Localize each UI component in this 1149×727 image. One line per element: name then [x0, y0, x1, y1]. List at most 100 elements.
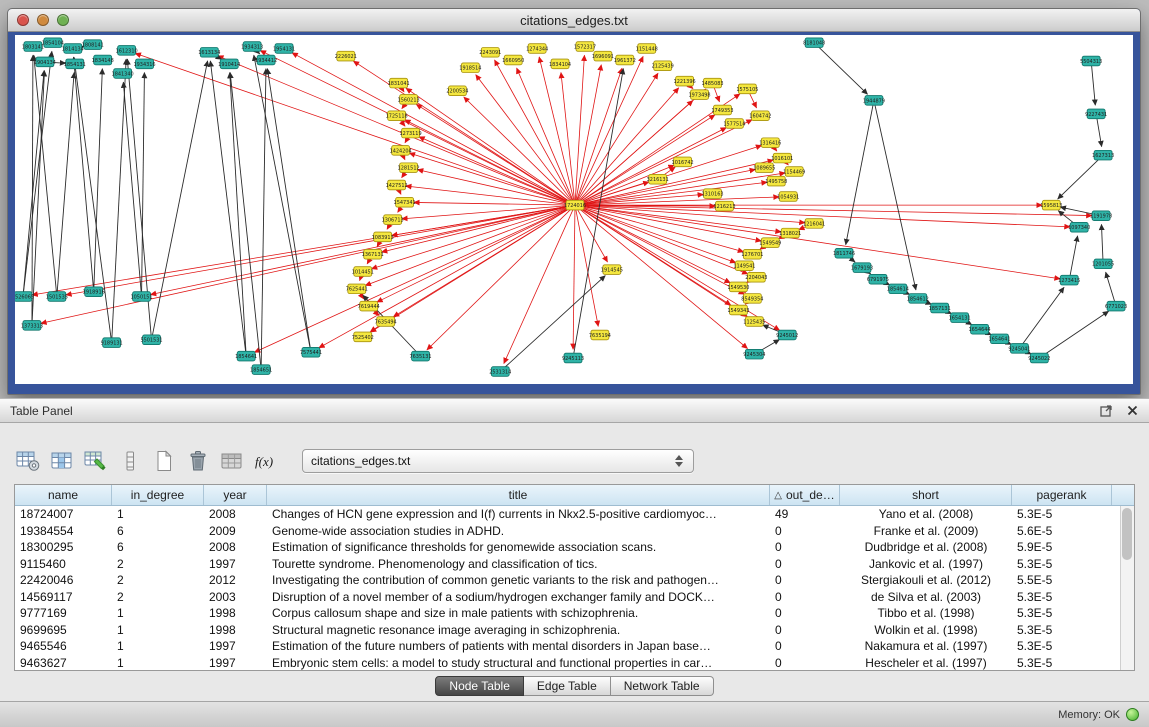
- citation-graph[interactable]: 1724016183104115602131725118127311914242…: [15, 35, 1133, 384]
- graph-node[interactable]: 1904134: [34, 57, 56, 67]
- graph-node[interactable]: 1310163: [701, 189, 723, 199]
- graph-edge[interactable]: [94, 69, 103, 292]
- graph-node[interactable]: 1854651: [250, 365, 272, 375]
- graph-node[interactable]: 1831041: [388, 78, 410, 88]
- graph-edge[interactable]: [23, 71, 44, 297]
- graph-edge[interactable]: [814, 43, 867, 95]
- cell-out_degree[interactable]: 0: [770, 656, 840, 670]
- graph-node[interactable]: 1910414: [218, 59, 240, 69]
- cell-year[interactable]: 2009: [204, 524, 267, 538]
- cell-in_degree[interactable]: 1: [112, 623, 204, 637]
- cell-pagerank[interactable]: 5.3E-5: [1012, 639, 1112, 653]
- cell-name[interactable]: 22420046: [15, 573, 112, 587]
- graph-node[interactable]: 2125439: [652, 61, 674, 71]
- table-settings-icon[interactable]: [14, 448, 42, 474]
- graph-edge[interactable]: [377, 205, 575, 302]
- cell-name[interactable]: 9115460: [15, 557, 112, 571]
- graph-node[interactable]: 1318021: [779, 228, 801, 238]
- cell-out_degree[interactable]: 0: [770, 557, 840, 571]
- graph-edge[interactable]: [57, 72, 74, 296]
- graph-node[interactable]: 1934313: [241, 42, 263, 52]
- edit-table-icon[interactable]: [82, 448, 110, 474]
- cell-name[interactable]: 9465546: [15, 639, 112, 653]
- cell-name[interactable]: 9463627: [15, 656, 112, 670]
- cell-year[interactable]: 2008: [204, 540, 267, 554]
- graph-node[interactable]: 9245022: [1028, 353, 1050, 363]
- graph-node[interactable]: 9245012: [776, 330, 798, 340]
- window-titlebar[interactable]: citations_edges.txt: [8, 9, 1140, 32]
- graph-edge[interactable]: [500, 276, 605, 372]
- graph-node[interactable]: 1660950: [502, 55, 524, 65]
- graph-edge[interactable]: [254, 205, 575, 352]
- graph-node[interactable]: 8549354: [741, 294, 763, 304]
- table-row[interactable]: 946554611997Estimation of the future num…: [15, 638, 1134, 655]
- cell-title[interactable]: Genome-wide association studies in ADHD.: [267, 524, 770, 538]
- graph-node[interactable]: 9245041: [1008, 344, 1030, 354]
- cell-name[interactable]: 9777169: [15, 606, 112, 620]
- graph-node[interactable]: 1274344: [526, 44, 548, 54]
- cell-title[interactable]: Investigating the contribution of common…: [267, 573, 770, 587]
- cell-out_degree[interactable]: 0: [770, 590, 840, 604]
- cell-title[interactable]: Estimation of significance thresholds fo…: [267, 540, 770, 554]
- graph-node[interactable]: 1151448: [636, 44, 658, 54]
- graph-node[interactable]: 1808141: [82, 40, 104, 50]
- cell-year[interactable]: 2008: [204, 507, 267, 521]
- cell-out_degree[interactable]: 0: [770, 573, 840, 587]
- graph-edge[interactable]: [1039, 311, 1108, 358]
- graph-node[interactable]: 9227431: [1085, 109, 1107, 119]
- graph-node[interactable]: 5504313: [1080, 56, 1102, 66]
- network-select[interactable]: citations_edges.txt: [302, 449, 694, 473]
- graph-edge[interactable]: [561, 72, 575, 205]
- graph-node[interactable]: 1854614: [887, 284, 909, 294]
- graph-node[interactable]: 1549549: [759, 238, 781, 248]
- graph-node[interactable]: 7575441: [300, 347, 322, 357]
- graph-node[interactable]: 1595813: [1040, 200, 1062, 210]
- graph-edge[interactable]: [152, 61, 208, 340]
- graph-node[interactable]: 1201055: [1092, 259, 1114, 269]
- graph-edge[interactable]: [1019, 287, 1064, 348]
- graph-node[interactable]: 1803141: [22, 42, 44, 52]
- graph-edge[interactable]: [210, 61, 246, 356]
- cell-out_degree[interactable]: 0: [770, 623, 840, 637]
- graph-edge[interactable]: [1069, 236, 1077, 280]
- graph-node[interactable]: 7625441: [346, 284, 368, 294]
- table-row[interactable]: 2242004622012Investigating the contribut…: [15, 572, 1134, 589]
- table-row[interactable]: 1938455462009Genome-wide association stu…: [15, 523, 1134, 540]
- graph-edge[interactable]: [575, 205, 1092, 215]
- graph-edge[interactable]: [74, 57, 112, 343]
- cell-title[interactable]: Structural magnetic resonance image aver…: [267, 623, 770, 637]
- cell-name[interactable]: 18724007: [15, 507, 112, 521]
- cell-in_degree[interactable]: 6: [112, 524, 204, 538]
- graph-node[interactable]: 1834104: [549, 59, 571, 69]
- graph-edge[interactable]: [414, 202, 575, 205]
- graph-edge[interactable]: [150, 205, 575, 294]
- graph-node[interactable]: 1495758: [765, 176, 787, 186]
- graph-node[interactable]: 1914545: [601, 265, 623, 275]
- graph-node[interactable]: 9245113: [562, 353, 584, 363]
- cell-title[interactable]: Tourette syndrome. Phenomenology and cla…: [267, 557, 770, 571]
- column-header-title[interactable]: title: [267, 485, 770, 505]
- graph-node[interactable]: 1083913: [372, 232, 394, 242]
- graph-edge[interactable]: [1101, 224, 1103, 263]
- graph-node[interactable]: 5501531: [140, 335, 162, 345]
- graph-node[interactable]: 2226021: [335, 51, 357, 61]
- graph-node[interactable]: 1613134: [198, 47, 220, 57]
- graph-node[interactable]: 1604742: [749, 111, 771, 121]
- graph-node[interactable]: 1841340: [112, 69, 134, 79]
- network-canvas[interactable]: 1724016183104115602131725118127311914242…: [15, 35, 1133, 384]
- cell-in_degree[interactable]: 1: [112, 639, 204, 653]
- graph-node[interactable]: 1549530: [727, 282, 749, 292]
- graph-node[interactable]: 1549343: [727, 305, 749, 315]
- graph-node[interactable]: 1560213: [398, 95, 420, 105]
- graph-edge[interactable]: [32, 205, 575, 295]
- graph-node[interactable]: 1501535: [46, 292, 68, 302]
- graph-node[interactable]: 1221396: [674, 76, 696, 86]
- cell-short[interactable]: Nakamura et al. (1997): [840, 639, 1012, 653]
- cell-pagerank[interactable]: 5.3E-5: [1012, 590, 1112, 604]
- table-row[interactable]: 977716911998Corpus callosum shape and si…: [15, 605, 1134, 622]
- graph-node[interactable]: 2531314: [489, 367, 511, 377]
- graph-node[interactable]: 1834148: [92, 55, 114, 65]
- graph-node[interactable]: 1097340: [1068, 222, 1090, 232]
- graph-node[interactable]: 1054931: [777, 192, 799, 202]
- graph-edge[interactable]: [417, 170, 575, 206]
